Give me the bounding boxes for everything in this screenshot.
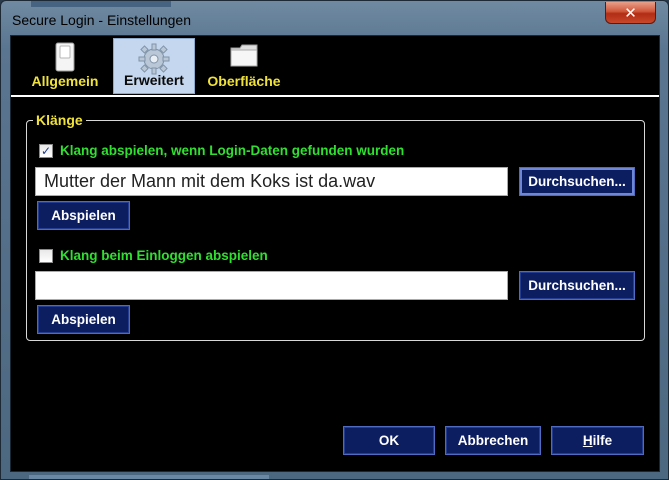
found-sound-checkbox-row[interactable]: ✓ Klang abspielen, wenn Login-Daten gefu… <box>39 143 404 158</box>
title-bar[interactable]: Secure Login - Einstellungen ✕ <box>1 1 668 35</box>
folder-icon <box>229 42 259 73</box>
login-sound-file-field[interactable] <box>35 271 508 300</box>
login-sound-checkbox-label: Klang beim Einloggen abspielen <box>60 248 268 263</box>
help-mnemonic: H <box>582 433 593 448</box>
close-button[interactable]: ✕ <box>605 2 656 24</box>
login-sound-checkbox[interactable] <box>39 248 53 263</box>
found-sound-file-field[interactable]: Mutter der Mann mit dem Koks ist da.wav <box>35 167 508 196</box>
ok-button[interactable]: OK <box>343 426 435 455</box>
window-title: Secure Login - Einstellungen <box>12 12 192 28</box>
switch-icon <box>55 42 75 77</box>
login-sound-checkbox-row[interactable]: Klang beim Einloggen abspielen <box>39 248 268 263</box>
help-button[interactable]: Hilfe <box>551 426 644 455</box>
gear-icon <box>138 43 170 80</box>
tab-label: Oberfläche <box>207 73 281 89</box>
cancel-button[interactable]: Abbrechen <box>445 426 541 455</box>
tab-allgemein[interactable]: Allgemein <box>25 38 105 94</box>
checkmark-icon: ✓ <box>40 143 52 158</box>
tab-oberflaeche[interactable]: Oberfläche <box>201 38 287 94</box>
tab-separator <box>11 95 659 97</box>
found-sound-checkbox[interactable]: ✓ <box>39 143 53 158</box>
help-label: ilfe <box>592 433 613 448</box>
found-sound-browse-button[interactable]: Durchsuchen... <box>519 167 635 196</box>
group-title: Klänge <box>33 112 86 128</box>
sounds-group: Klänge ✓ Klang abspielen, wenn Login-Dat… <box>26 112 645 341</box>
close-icon: ✕ <box>624 4 637 22</box>
found-sound-checkbox-label: Klang abspielen, wenn Login-Daten gefund… <box>60 143 405 158</box>
settings-window: Secure Login - Einstellungen ✕ Allgemein <box>0 0 669 480</box>
login-sound-browse-button[interactable]: Durchsuchen... <box>519 271 635 300</box>
login-sound-play-button[interactable]: Abspielen <box>37 305 130 334</box>
tab-erweitert[interactable]: Erweitert <box>113 38 195 94</box>
dialog-client-area: Allgemein Erweitert Oberfläche Klänge ✓ … <box>10 35 660 472</box>
background-window-edge-bottom <box>29 475 269 479</box>
found-sound-play-button[interactable]: Abspielen <box>37 201 130 230</box>
tab-bar: Allgemein Erweitert Oberfläche <box>11 36 659 94</box>
